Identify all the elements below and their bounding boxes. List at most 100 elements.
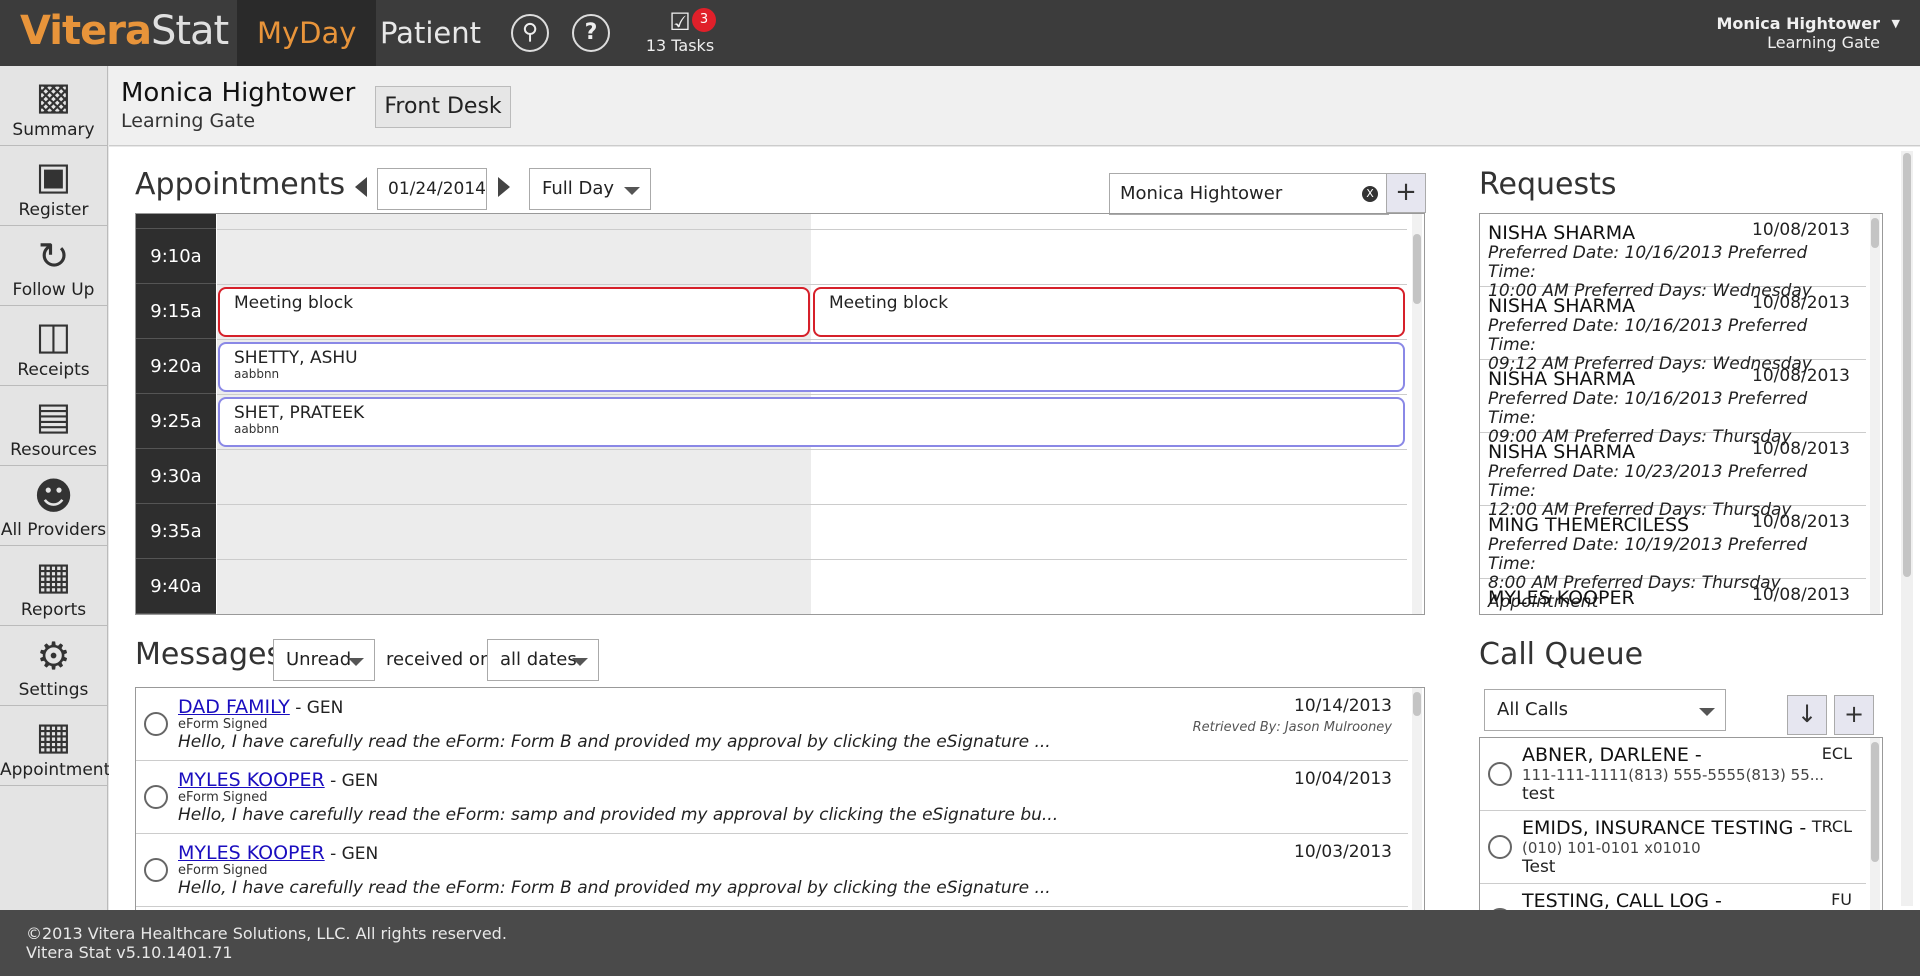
message-sender-link[interactable]: MYLES KOOPER: [178, 769, 325, 791]
call-item[interactable]: ABNER, DARLENE - 111-111-1111(813) 555-5…: [1480, 738, 1866, 811]
chevron-down-icon: [572, 658, 588, 666]
add-appointment-button[interactable]: +: [1386, 173, 1426, 213]
page-title: Monica Hightower: [121, 78, 356, 108]
user-name: Monica Hightower: [1716, 14, 1880, 33]
appointment-date-field[interactable]: 01/24/2014: [377, 168, 487, 210]
time-slot: 9:20a: [136, 339, 216, 394]
message-sender-link[interactable]: MYLES KOOPER: [178, 842, 325, 864]
page-subtitle: Learning Gate: [121, 110, 256, 132]
front-desk-button[interactable]: Front Desk: [375, 86, 511, 128]
request-item[interactable]: MING THEMERCILESS 10/08/2013 Preferred D…: [1480, 506, 1866, 612]
providers-icon: ☻: [33, 474, 74, 518]
sidebar-item-receipts[interactable]: ◫ Receipts: [0, 306, 107, 386]
message-date-select[interactable]: all dates: [487, 639, 599, 681]
request-item[interactable]: NISHA SHARMA 10/08/2013 Preferred Date: …: [1480, 287, 1866, 374]
received-on-label: received on: [386, 649, 492, 670]
tasks-button[interactable]: ☑ 13 Tasks 3: [630, 8, 730, 55]
time-column: 9:10a 9:15a 9:20a 9:25a 9:30a 9:35a 9:40…: [136, 214, 216, 614]
summary-icon: ▩: [35, 74, 72, 118]
call-queue-scrollbar[interactable]: [1870, 738, 1880, 910]
time-slot: 9:15a: [136, 284, 216, 339]
add-call-button[interactable]: +: [1834, 695, 1874, 735]
chevron-down-icon: ▼: [1891, 17, 1900, 30]
appointment-grid: 9:10a 9:15a 9:20a 9:25a 9:30a 9:35a 9:40…: [135, 213, 1425, 615]
receipts-icon: ◫: [35, 314, 72, 358]
message-radio[interactable]: [144, 785, 168, 809]
message-radio[interactable]: [144, 858, 168, 882]
prev-day-icon[interactable]: [355, 177, 367, 197]
call-filter-select[interactable]: All Calls: [1484, 689, 1726, 731]
copyright-text: ©2013 Vitera Healthcare Solutions, LLC. …: [26, 924, 507, 943]
meeting-block[interactable]: Meeting block: [218, 287, 810, 337]
sidebar: ▩ Summary ▣ Register ↻ Follow Up ◫ Receipts …: [0, 66, 110, 910]
time-slot: 9:25a: [136, 394, 216, 449]
request-item[interactable]: NISHA SHARMA 10/08/2013 Preferred Date: …: [1480, 360, 1866, 447]
message-item[interactable]: MYLES KOOPER - GEN eForm Signed Hello, I…: [136, 761, 1408, 834]
clear-icon[interactable]: X: [1362, 186, 1378, 202]
sidebar-item-reports[interactable]: ▦ Reports: [0, 546, 107, 626]
call-item[interactable]: TESTING, CALL LOG - FU: [1480, 884, 1866, 910]
messages-list: DAD FAMILY - GEN eForm Signed Hello, I h…: [135, 687, 1425, 910]
message-item[interactable]: DAD FAMILY - GEN eForm Signed Hello, I h…: [136, 688, 1408, 761]
sidebar-item-all-providers[interactable]: ☻ All Providers: [0, 466, 107, 546]
message-sender-link[interactable]: DAD FAMILY: [178, 696, 290, 718]
time-slot: 9:35a: [136, 504, 216, 559]
request-item[interactable]: NISHA SHARMA 10/08/2013 Preferred Date: …: [1480, 214, 1866, 301]
time-slot: 9:10a: [136, 229, 216, 284]
call-item[interactable]: EMIDS, INSURANCE TESTING - (010) 101-010…: [1480, 811, 1866, 884]
resources-icon: ▤: [35, 394, 72, 438]
sidebar-item-resources[interactable]: ▤ Resources: [0, 386, 107, 466]
message-radio[interactable]: [144, 712, 168, 736]
time-slot: 9:30a: [136, 449, 216, 504]
requests-title: Requests: [1479, 167, 1617, 202]
provider-search-input[interactable]: Monica Hightower X: [1109, 173, 1389, 215]
tab-patient[interactable]: Patient: [360, 0, 501, 66]
call-radio[interactable]: [1488, 835, 1512, 859]
calendar-icon: ▦: [35, 714, 72, 758]
message-item[interactable]: MYLES KOOPER - GEN eForm Signed Hello, I…: [136, 834, 1408, 907]
chevron-down-icon: [624, 187, 640, 195]
chevron-down-icon: [1699, 708, 1715, 716]
call-queue-title: Call Queue: [1479, 637, 1644, 672]
sidebar-item-appointment[interactable]: ▦ Appointment: [0, 706, 110, 786]
sidebar-item-summary[interactable]: ▩ Summary: [0, 66, 107, 146]
message-status-select[interactable]: Unread: [273, 639, 375, 681]
sidebar-item-register[interactable]: ▣ Register: [0, 146, 107, 226]
requests-list: NISHA SHARMA 10/08/2013 Preferred Date: …: [1479, 213, 1883, 615]
messages-title: Messages: [135, 637, 283, 672]
app-logo: ViteraStat: [20, 8, 229, 54]
tab-myday[interactable]: MyDay: [237, 0, 377, 66]
gear-icon: ⚙: [36, 634, 71, 678]
footer: ©2013 Vitera Healthcare Solutions, LLC. …: [0, 910, 1920, 976]
time-slot: 9:40a: [136, 559, 216, 614]
appointment-block[interactable]: SHET, PRATEEK aabbnn: [218, 397, 1405, 447]
sort-down-button[interactable]: ↓: [1787, 695, 1827, 735]
sidebar-item-settings[interactable]: ⚙ Settings: [0, 626, 107, 706]
main-content: Appointments 01/24/2014 Full Day Monica …: [109, 147, 1920, 910]
request-item[interactable]: MYLES KOOPER 10/08/2013: [1480, 579, 1866, 614]
user-location: Learning Gate: [1767, 33, 1880, 52]
meeting-block[interactable]: Meeting block: [813, 287, 1405, 337]
sidebar-item-follow-up[interactable]: ↻ Follow Up: [0, 226, 107, 306]
reports-icon: ▦: [35, 554, 72, 598]
follow-up-icon: ↻: [37, 234, 70, 278]
view-select[interactable]: Full Day: [529, 168, 651, 210]
page-header: Monica Hightower Learning Gate Front Des…: [109, 66, 1920, 146]
help-icon[interactable]: ?: [572, 14, 610, 52]
version-text: Vitera Stat v5.10.1401.71: [26, 943, 233, 962]
page-scrollbar[interactable]: [1901, 151, 1913, 906]
next-day-icon[interactable]: [498, 177, 510, 197]
requests-scrollbar[interactable]: [1870, 214, 1880, 614]
search-icon[interactable]: ⚲: [511, 14, 549, 52]
chevron-down-icon: [348, 658, 364, 666]
appointment-scrollbar[interactable]: [1412, 214, 1422, 614]
appointment-block[interactable]: SHETTY, ASHU aabbnn: [218, 342, 1405, 392]
messages-scrollbar[interactable]: [1412, 688, 1422, 910]
request-item[interactable]: NISHA SHARMA 10/08/2013 Preferred Date: …: [1480, 433, 1866, 520]
tasks-badge: 3: [692, 8, 716, 32]
call-radio[interactable]: [1488, 762, 1512, 786]
user-menu[interactable]: Monica Hightower Learning Gate ▼: [1716, 14, 1900, 52]
top-bar: ViteraStat MyDay Patient ⚲ ? ☑ 13 Tasks …: [0, 0, 1920, 66]
appointments-title: Appointments: [135, 167, 346, 202]
call-queue-list: ABNER, DARLENE - 111-111-1111(813) 555-5…: [1479, 737, 1883, 910]
